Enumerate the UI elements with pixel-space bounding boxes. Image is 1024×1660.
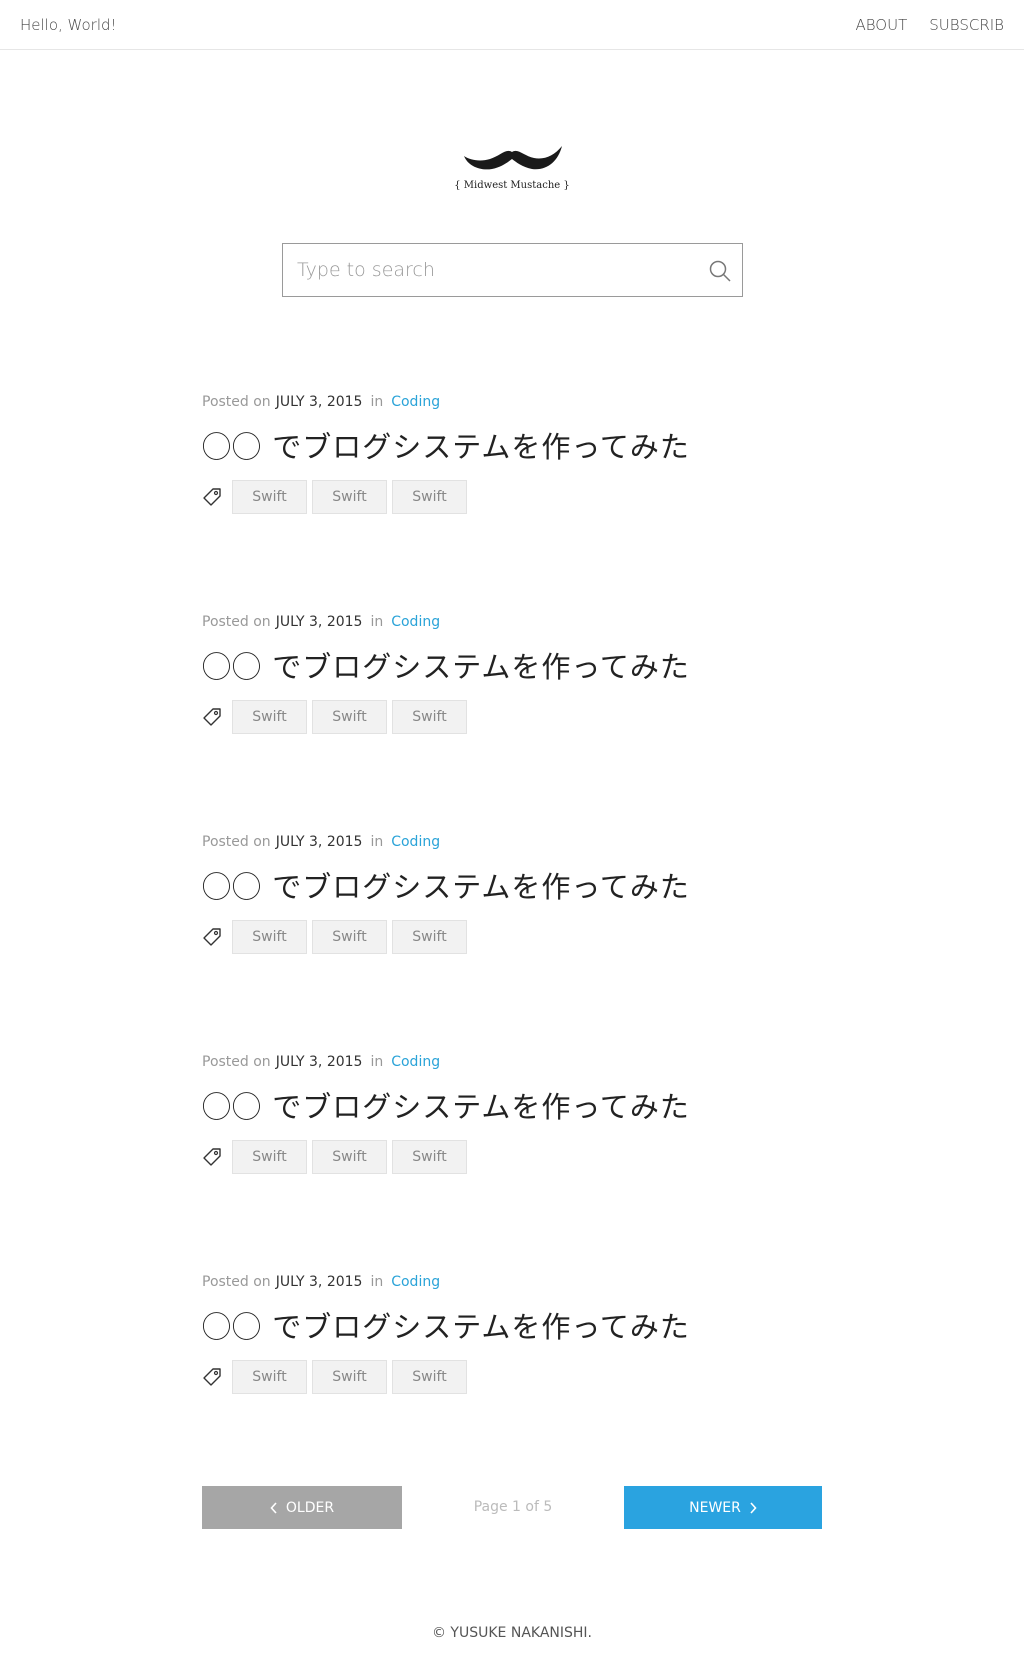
older-label: OLDER bbox=[285, 1499, 335, 1516]
post-category-link[interactable]: Coding bbox=[391, 1054, 440, 1070]
post-category-link[interactable]: Coding bbox=[391, 1274, 440, 1290]
post-meta: Posted on JULY 3, 2015 in Coding bbox=[202, 614, 842, 630]
post-tags: Swift Swift Swift bbox=[202, 920, 842, 954]
post-tags: Swift Swift Swift bbox=[202, 1140, 842, 1174]
post-tags: Swift Swift Swift bbox=[202, 700, 842, 734]
post-tags: Swift Swift Swift bbox=[202, 1360, 842, 1394]
post-date: JULY 3, 2015 bbox=[275, 834, 363, 850]
post-date: JULY 3, 2015 bbox=[275, 394, 363, 410]
mustache-icon bbox=[464, 146, 562, 170]
page-indicator: Page 1 of 5 bbox=[473, 1499, 553, 1515]
post-item: Posted on JULY 3, 2015 in Coding ◯◯ でブログ… bbox=[202, 614, 842, 734]
post-title[interactable]: ◯◯ でブログシステムを作ってみた bbox=[202, 864, 842, 906]
tag-chip[interactable]: Swift bbox=[232, 1140, 307, 1174]
in-label: in bbox=[370, 614, 384, 630]
tag-chip[interactable]: Swift bbox=[392, 700, 467, 734]
in-label: in bbox=[370, 1054, 384, 1070]
tag-chip[interactable]: Swift bbox=[312, 1360, 387, 1394]
post-date: JULY 3, 2015 bbox=[275, 1274, 363, 1290]
tag-chip[interactable]: Swift bbox=[232, 1360, 307, 1394]
nav-link-subscribe[interactable]: SUBSCRIB bbox=[929, 16, 1004, 34]
tag-icon bbox=[203, 488, 221, 506]
tag-chip[interactable]: Swift bbox=[392, 1360, 467, 1394]
older-button[interactable]: OLDER bbox=[202, 1486, 402, 1529]
top-nav: ABOUT SUBSCRIB bbox=[855, 16, 1004, 34]
tag-chip[interactable]: Swift bbox=[312, 700, 387, 734]
post-item: Posted on JULY 3, 2015 in Coding ◯◯ でブログ… bbox=[202, 1054, 842, 1174]
post-item: Posted on JULY 3, 2015 in Coding ◯◯ でブログ… bbox=[202, 394, 842, 514]
posted-on-label: Posted on bbox=[202, 1274, 271, 1290]
pagination: OLDER Page 1 of 5 NEWER bbox=[202, 1486, 822, 1529]
tag-chip[interactable]: Swift bbox=[312, 920, 387, 954]
tag-chip[interactable]: Swift bbox=[232, 480, 307, 514]
tag-chip[interactable]: Swift bbox=[392, 920, 467, 954]
footer-copyright: © YUSUKE NAKANISHI. bbox=[431, 1625, 592, 1641]
tag-chip[interactable]: Swift bbox=[392, 480, 467, 514]
search-box bbox=[282, 243, 743, 297]
tag-chip[interactable]: Swift bbox=[232, 920, 307, 954]
post-meta: Posted on JULY 3, 2015 in Coding bbox=[202, 1274, 842, 1290]
in-label: in bbox=[370, 834, 384, 850]
post-meta: Posted on JULY 3, 2015 in Coding bbox=[202, 834, 842, 850]
site-brand-link[interactable]: Hello, World! bbox=[20, 16, 117, 34]
tag-icon bbox=[203, 1148, 221, 1166]
tag-chip[interactable]: Swift bbox=[312, 480, 387, 514]
post-meta: Posted on JULY 3, 2015 in Coding bbox=[202, 1054, 842, 1070]
chevron-right-icon bbox=[750, 1501, 757, 1514]
post-category-link[interactable]: Coding bbox=[391, 834, 440, 850]
post-meta: Posted on JULY 3, 2015 in Coding bbox=[202, 394, 842, 410]
site-logo[interactable]: { Midwest Mustache } bbox=[0, 140, 1024, 191]
post-tags: Swift Swift Swift bbox=[202, 480, 842, 514]
search-input[interactable] bbox=[297, 257, 677, 283]
post-title[interactable]: ◯◯ でブログシステムを作ってみた bbox=[202, 424, 842, 466]
post-item: Posted on JULY 3, 2015 in Coding ◯◯ でブログ… bbox=[202, 1274, 842, 1394]
newer-button[interactable]: NEWER bbox=[624, 1486, 822, 1529]
tag-chip[interactable]: Swift bbox=[312, 1140, 387, 1174]
search-icon[interactable] bbox=[708, 259, 732, 283]
post-item: Posted on JULY 3, 2015 in Coding ◯◯ でブログ… bbox=[202, 834, 842, 954]
post-category-link[interactable]: Coding bbox=[391, 614, 440, 630]
posted-on-label: Posted on bbox=[202, 1054, 271, 1070]
nav-link-about[interactable]: ABOUT bbox=[855, 16, 907, 34]
top-navbar: Hello, World! ABOUT SUBSCRIB bbox=[0, 0, 1024, 50]
post-date: JULY 3, 2015 bbox=[275, 614, 363, 630]
post-date: JULY 3, 2015 bbox=[275, 1054, 363, 1070]
chevron-left-icon bbox=[270, 1501, 277, 1514]
post-title[interactable]: ◯◯ でブログシステムを作ってみた bbox=[202, 644, 842, 686]
post-title[interactable]: ◯◯ でブログシステムを作ってみた bbox=[202, 1304, 842, 1346]
tag-chip[interactable]: Swift bbox=[232, 700, 307, 734]
posted-on-label: Posted on bbox=[202, 394, 271, 410]
post-category-link[interactable]: Coding bbox=[391, 394, 440, 410]
tag-icon bbox=[203, 708, 221, 726]
in-label: in bbox=[370, 394, 384, 410]
newer-label: NEWER bbox=[689, 1499, 741, 1516]
tag-icon bbox=[203, 1368, 221, 1386]
post-title[interactable]: ◯◯ でブログシステムを作ってみた bbox=[202, 1084, 842, 1126]
tag-icon bbox=[203, 928, 221, 946]
tag-chip[interactable]: Swift bbox=[392, 1140, 467, 1174]
in-label: in bbox=[370, 1274, 384, 1290]
logo-caption: { Midwest Mustache } bbox=[454, 180, 570, 191]
posted-on-label: Posted on bbox=[202, 834, 271, 850]
posted-on-label: Posted on bbox=[202, 614, 271, 630]
